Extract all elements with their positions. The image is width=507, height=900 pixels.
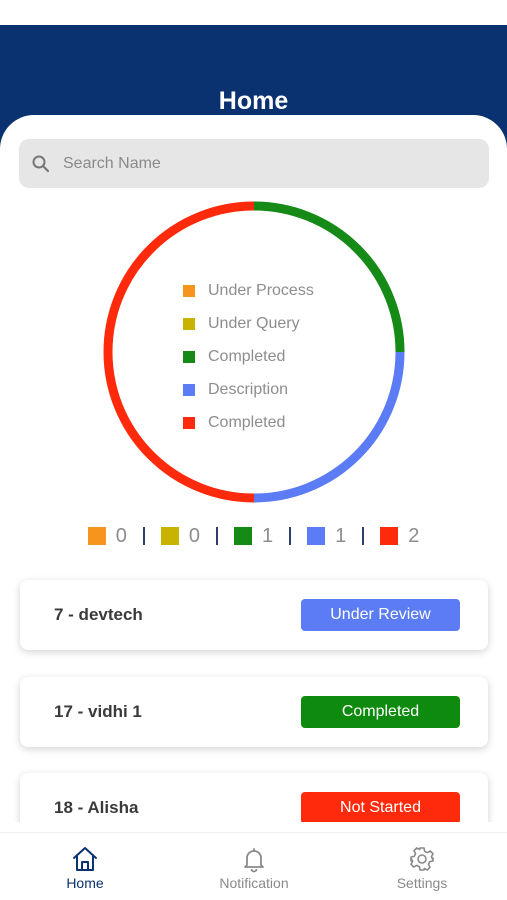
count-separator <box>215 527 218 545</box>
tab-home[interactable]: Home <box>25 833 145 900</box>
record-list[interactable]: 7 - devtech Under Review 17 - vidhi 1 Co… <box>0 570 507 822</box>
status-count: 1 <box>233 524 274 548</box>
item-title: 7 - devtech <box>54 605 143 624</box>
count-separator <box>362 527 365 545</box>
count-value: 0 <box>188 524 200 547</box>
count-value: 0 <box>115 524 127 547</box>
legend-label: Under Process <box>208 281 314 299</box>
list-item[interactable]: 7 - devtech Under Review <box>20 580 488 650</box>
search-input[interactable] <box>63 139 473 188</box>
tab-notification[interactable]: Notification <box>194 833 314 900</box>
legend-swatch <box>183 284 195 297</box>
status-badge[interactable]: Not Started <box>301 792 460 822</box>
count-swatch <box>87 527 106 545</box>
legend-swatch <box>183 383 195 396</box>
gear-icon <box>410 847 434 871</box>
count-swatch <box>380 527 399 545</box>
status-bar <box>0 0 507 25</box>
legend-label: Completed <box>208 347 286 365</box>
legend-swatch <box>183 317 195 330</box>
count-swatch <box>307 527 326 545</box>
tab-label: Settings <box>396 875 448 891</box>
list-item[interactable]: 17 - vidhi 1 Completed <box>20 677 488 747</box>
status-badge[interactable]: Completed <box>301 696 460 728</box>
legend-label: Under Query <box>208 314 300 332</box>
status-count: 1 <box>307 525 346 548</box>
legend-swatch <box>183 416 195 429</box>
status-count: 0 <box>160 524 200 548</box>
item-title: 18 - Alisha <box>54 798 139 817</box>
status-counts: 0 0 1 1 2 <box>0 522 507 550</box>
count-value: 2 <box>408 524 420 547</box>
list-item[interactable]: 18 - Alisha Not Started <box>20 773 488 822</box>
tab-label: Notification <box>219 875 289 891</box>
tab-label: Home <box>66 875 104 891</box>
status-count: 2 <box>380 525 419 548</box>
count-swatch <box>160 527 179 545</box>
legend-item: Completed <box>183 340 314 373</box>
count-separator <box>142 527 145 545</box>
count-value: 1 <box>335 524 347 547</box>
home-icon <box>73 847 97 871</box>
bottom-tab-bar: Home Notification Settings <box>0 832 507 900</box>
bell-icon <box>244 848 264 873</box>
legend-item: Completed <box>183 406 314 439</box>
count-separator <box>289 527 292 545</box>
legend-swatch <box>183 350 195 363</box>
status-count: 0 <box>87 524 127 548</box>
legend-item: Description <box>183 373 314 406</box>
legend-item: Under Query <box>183 307 314 340</box>
search-icon <box>32 155 50 173</box>
page-title: Home <box>218 87 289 115</box>
count-swatch <box>233 527 252 545</box>
legend-label: Completed <box>208 413 286 431</box>
item-title: 17 - vidhi 1 <box>54 702 142 721</box>
search-bar[interactable] <box>19 139 489 188</box>
chart-legend: Under Process Under Query Completed Descrip… <box>183 274 314 439</box>
legend-item: Under Process <box>183 274 314 307</box>
legend-label: Description <box>208 380 289 398</box>
tab-settings[interactable]: Settings <box>362 833 482 900</box>
status-badge[interactable]: Under Review <box>301 599 460 631</box>
count-value: 1 <box>261 524 274 547</box>
